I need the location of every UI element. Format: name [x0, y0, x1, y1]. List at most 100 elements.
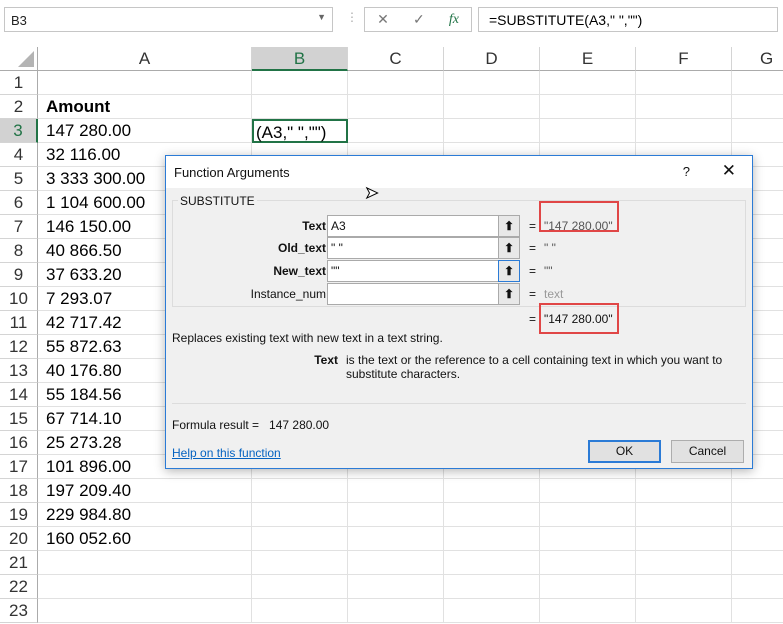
- arg-input[interactable]: A3: [327, 215, 499, 237]
- row-header-4[interactable]: 4: [0, 143, 38, 167]
- cell[interactable]: [38, 599, 252, 623]
- cell[interactable]: [348, 575, 444, 599]
- cell[interactable]: [444, 119, 540, 143]
- cell[interactable]: [540, 479, 636, 503]
- cell[interactable]: [636, 599, 732, 623]
- row-header-1[interactable]: 1: [0, 71, 38, 95]
- column-header-d[interactable]: D: [444, 47, 540, 71]
- cell[interactable]: [444, 551, 540, 575]
- cell[interactable]: [540, 95, 636, 119]
- collapse-dialog-icon[interactable]: ⬆: [498, 215, 520, 237]
- row-header-3[interactable]: 3: [0, 119, 38, 143]
- row-header-13[interactable]: 13: [0, 359, 38, 383]
- ok-button[interactable]: OK: [588, 440, 661, 463]
- cell[interactable]: [636, 527, 732, 551]
- cell[interactable]: [348, 503, 444, 527]
- cell[interactable]: [444, 503, 540, 527]
- cell[interactable]: [732, 71, 783, 95]
- arg-input[interactable]: "": [327, 260, 499, 282]
- cell[interactable]: [732, 503, 783, 527]
- row-header-20[interactable]: 20: [0, 527, 38, 551]
- arg-input[interactable]: [327, 283, 499, 305]
- drag-handle-icon[interactable]: ⋮: [346, 10, 358, 24]
- cell[interactable]: [444, 599, 540, 623]
- cell[interactable]: [540, 71, 636, 95]
- enter-icon[interactable]: ✓: [413, 11, 425, 28]
- row-header-7[interactable]: 7: [0, 215, 38, 239]
- row-header-18[interactable]: 18: [0, 479, 38, 503]
- name-box[interactable]: B3 ▼: [4, 7, 333, 32]
- cell[interactable]: [540, 551, 636, 575]
- cell[interactable]: [732, 575, 783, 599]
- cell[interactable]: [252, 503, 348, 527]
- row-header-15[interactable]: 15: [0, 407, 38, 431]
- cell[interactable]: [540, 599, 636, 623]
- amount-cell[interactable]: 147 280.00: [38, 119, 252, 143]
- cell[interactable]: [444, 527, 540, 551]
- collapse-dialog-icon[interactable]: ⬆: [498, 260, 520, 282]
- cell[interactable]: [540, 503, 636, 527]
- cell[interactable]: [636, 71, 732, 95]
- row-header-14[interactable]: 14: [0, 383, 38, 407]
- column-header-g[interactable]: G: [732, 47, 783, 71]
- cell[interactable]: [252, 575, 348, 599]
- collapse-dialog-icon[interactable]: ⬆: [498, 237, 520, 259]
- cell[interactable]: [444, 575, 540, 599]
- chevron-down-icon[interactable]: ▼: [317, 12, 326, 22]
- cell[interactable]: [348, 119, 444, 143]
- cell[interactable]: [38, 575, 252, 599]
- row-header-21[interactable]: 21: [0, 551, 38, 575]
- row-header-19[interactable]: 19: [0, 503, 38, 527]
- cell[interactable]: [444, 71, 540, 95]
- cell[interactable]: [252, 95, 348, 119]
- cell[interactable]: [540, 527, 636, 551]
- cell[interactable]: [38, 71, 252, 95]
- cell[interactable]: [252, 71, 348, 95]
- cell[interactable]: [348, 527, 444, 551]
- column-header-c[interactable]: C: [348, 47, 444, 71]
- cell[interactable]: [732, 527, 783, 551]
- amount-cell[interactable]: 197 209.40: [38, 479, 252, 503]
- cell[interactable]: [636, 95, 732, 119]
- cell[interactable]: [636, 551, 732, 575]
- amount-cell[interactable]: 160 052.60: [38, 527, 252, 551]
- row-header-11[interactable]: 11: [0, 311, 38, 335]
- row-header-6[interactable]: 6: [0, 191, 38, 215]
- cell[interactable]: [732, 95, 783, 119]
- cell[interactable]: [444, 479, 540, 503]
- cell[interactable]: [732, 599, 783, 623]
- column-header-e[interactable]: E: [540, 47, 636, 71]
- help-icon[interactable]: ?: [683, 164, 690, 179]
- column-header-a[interactable]: A: [38, 47, 252, 71]
- cell[interactable]: [252, 551, 348, 575]
- active-cell-b3[interactable]: (A3," ",""): [252, 119, 348, 143]
- arg-input[interactable]: " ": [327, 237, 499, 259]
- cell[interactable]: [252, 599, 348, 623]
- row-header-12[interactable]: 12: [0, 335, 38, 359]
- cancel-icon[interactable]: ✕: [377, 11, 389, 28]
- insert-function-icon[interactable]: fx: [449, 12, 459, 28]
- row-header-17[interactable]: 17: [0, 455, 38, 479]
- cancel-button[interactable]: Cancel: [671, 440, 744, 463]
- cell[interactable]: [38, 551, 252, 575]
- cell[interactable]: [636, 479, 732, 503]
- cell[interactable]: [348, 599, 444, 623]
- cell[interactable]: [636, 503, 732, 527]
- cell[interactable]: [540, 119, 636, 143]
- cell[interactable]: [252, 527, 348, 551]
- formula-input[interactable]: =SUBSTITUTE(A3," ",""): [478, 7, 778, 32]
- cell[interactable]: [540, 575, 636, 599]
- row-header-22[interactable]: 22: [0, 575, 38, 599]
- row-header-16[interactable]: 16: [0, 431, 38, 455]
- cell[interactable]: [636, 119, 732, 143]
- cell[interactable]: [444, 95, 540, 119]
- collapse-dialog-icon[interactable]: ⬆: [498, 283, 520, 305]
- column-header-b[interactable]: B: [252, 47, 348, 71]
- cell[interactable]: [348, 95, 444, 119]
- cell[interactable]: [636, 575, 732, 599]
- cell[interactable]: [348, 479, 444, 503]
- cell[interactable]: [732, 119, 783, 143]
- close-icon[interactable]: ✕: [722, 161, 736, 181]
- column-header-f[interactable]: F: [636, 47, 732, 71]
- cell[interactable]: [732, 479, 783, 503]
